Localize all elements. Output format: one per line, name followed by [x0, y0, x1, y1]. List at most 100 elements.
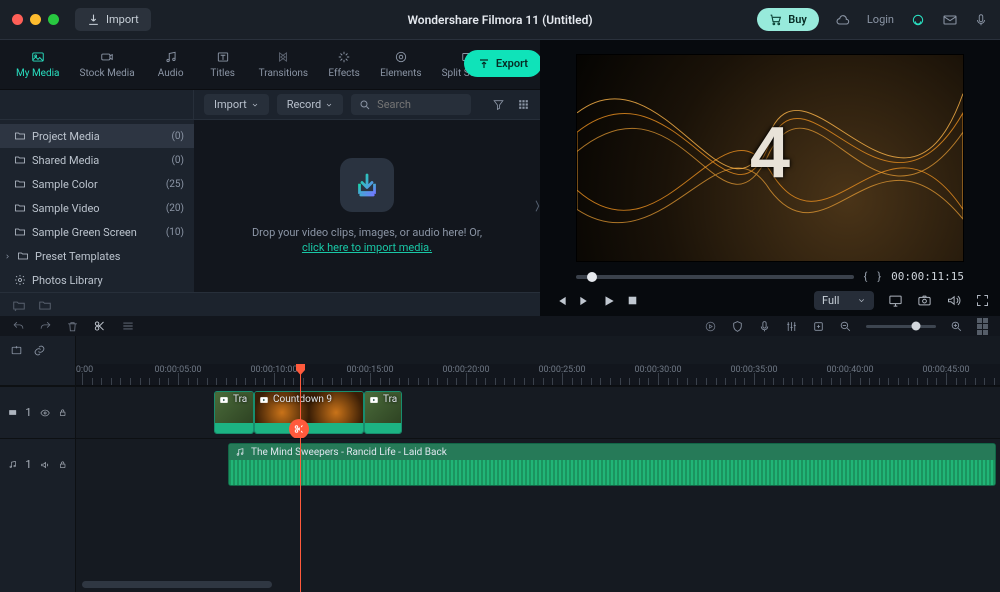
fullscreen-icon[interactable] — [975, 293, 990, 308]
mixer-icon[interactable] — [785, 320, 798, 333]
sidebar-item-photos-library[interactable]: Photos Library — [0, 268, 194, 292]
tab-transitions[interactable]: Transitions — [249, 50, 318, 79]
filter-icon[interactable] — [492, 98, 505, 111]
tab-stock-media[interactable]: Stock Media — [70, 50, 145, 79]
tab-elements[interactable]: Elements — [370, 50, 431, 79]
transitions-icon — [275, 50, 291, 64]
next-frame-icon[interactable] — [578, 294, 592, 308]
marker-icon[interactable] — [812, 320, 825, 333]
audio-track-header[interactable]: 1 — [0, 438, 75, 490]
import-dropdown[interactable]: Import — [204, 94, 269, 115]
tab-label: Stock Media — [80, 68, 135, 79]
undo-icon[interactable] — [12, 320, 25, 333]
login-button[interactable]: Login — [867, 13, 894, 26]
audio-clip-1[interactable]: The Mind Sweepers - Rancid Life - Laid B… — [228, 443, 996, 486]
video-badge-icon — [369, 395, 379, 405]
sidebar-item-sample-video[interactable]: Sample Video(20) — [0, 196, 194, 220]
mic-icon[interactable] — [974, 13, 988, 27]
drop-link[interactable]: click here to import media. — [302, 241, 432, 254]
seek-knob[interactable] — [587, 272, 597, 282]
mail-icon[interactable] — [942, 12, 958, 28]
add-track-icon[interactable] — [10, 344, 23, 357]
cloud-icon[interactable] — [835, 12, 851, 28]
monitor-icon[interactable] — [888, 293, 903, 308]
quality-select[interactable]: Full — [814, 291, 874, 310]
grid-icon[interactable] — [517, 98, 530, 111]
timeline-canvas[interactable]: 00:0000:00:05:0000:00:10:0000:00:15:0000… — [76, 336, 1000, 592]
clip-label: Tra — [233, 394, 247, 405]
mic-icon[interactable] — [758, 320, 771, 333]
brace-open[interactable]: { — [864, 270, 868, 283]
zoom-slider[interactable] — [866, 325, 936, 328]
video-track[interactable]: Tra Countdown 9 Tra — [76, 386, 1000, 438]
target-icon — [393, 50, 409, 64]
shield-icon[interactable] — [731, 320, 744, 333]
zoom-knob[interactable] — [912, 322, 921, 331]
media-column: Import Record Project Media(0) Shared Me… — [0, 90, 540, 316]
buy-button[interactable]: Buy — [757, 8, 819, 31]
sidebar-label: Project Media — [32, 130, 100, 143]
titlebar-actions: Login — [835, 12, 988, 28]
time-ruler[interactable]: 00:0000:00:05:0000:00:10:0000:00:15:0000… — [76, 364, 1000, 386]
search-field[interactable] — [351, 94, 471, 115]
play-icon[interactable] — [602, 294, 616, 308]
video-clip-3[interactable]: Tra — [364, 391, 402, 434]
panel-expander[interactable] — [533, 198, 541, 214]
maximize-window-icon[interactable] — [48, 14, 59, 25]
snapshot-icon[interactable] — [917, 293, 932, 308]
link-icon[interactable] — [33, 344, 46, 357]
sidebar-item-sample-color[interactable]: Sample Color(25) — [0, 172, 194, 196]
record-dropdown[interactable]: Record — [277, 94, 343, 115]
add-folder-icon[interactable] — [12, 298, 26, 312]
video-clip-2[interactable]: Countdown 9 — [254, 391, 364, 434]
prev-frame-icon[interactable] — [554, 294, 568, 308]
search-input[interactable] — [377, 98, 457, 111]
lock-icon[interactable] — [58, 459, 67, 470]
sidebar-label: Preset Templates — [35, 250, 120, 263]
sidebar-item-preset-templates[interactable]: Preset Templates — [0, 244, 194, 268]
split-marker[interactable] — [289, 419, 309, 439]
tab-my-media[interactable]: My Media — [6, 50, 70, 79]
lock-icon[interactable] — [58, 407, 67, 418]
media-drop-zone[interactable]: Drop your video clips, images, or audio … — [194, 120, 540, 292]
redo-icon[interactable] — [39, 320, 52, 333]
scissors-icon — [293, 423, 305, 435]
import-button[interactable]: Import — [75, 8, 151, 31]
tab-audio[interactable]: Audio — [145, 50, 197, 79]
sidebar-item-shared-media[interactable]: Shared Media(0) — [0, 148, 194, 172]
audio-track[interactable]: The Mind Sweepers - Rancid Life - Laid B… — [76, 438, 1000, 490]
minimize-window-icon[interactable] — [30, 14, 41, 25]
seek-slider[interactable] — [576, 275, 854, 279]
zoom-in-icon[interactable] — [950, 320, 963, 333]
sidebar-item-project-media[interactable]: Project Media(0) — [0, 124, 194, 148]
tab-effects[interactable]: Effects — [318, 50, 370, 79]
video-track-header[interactable]: 1 — [0, 386, 75, 438]
support-icon[interactable] — [910, 12, 926, 28]
countdown-number: 4 — [750, 112, 790, 194]
zoom-out-icon[interactable] — [839, 320, 852, 333]
folder-icon[interactable] — [38, 298, 52, 312]
volume-icon[interactable] — [946, 293, 961, 308]
speaker-icon[interactable] — [40, 459, 50, 471]
sidebar-count: (25) — [166, 179, 184, 190]
trash-icon[interactable] — [66, 320, 79, 333]
chevron-down-icon — [857, 296, 866, 305]
preview-viewport[interactable]: 4 — [576, 54, 964, 262]
list-icon[interactable] — [121, 319, 135, 333]
media-footer — [0, 292, 540, 316]
timeline-scrollbar[interactable] — [82, 581, 272, 588]
view-mode-icon[interactable] — [977, 318, 988, 335]
stop-icon[interactable] — [626, 294, 639, 307]
brace-close[interactable]: } — [877, 270, 881, 283]
replay-icon[interactable] — [704, 320, 717, 333]
video-clip-1[interactable]: Tra — [214, 391, 254, 434]
eye-icon[interactable] — [40, 407, 50, 419]
tab-titles[interactable]: Titles — [197, 50, 249, 79]
playhead[interactable] — [300, 364, 301, 592]
titles-icon — [215, 50, 231, 64]
close-window-icon[interactable] — [12, 14, 23, 25]
export-button[interactable]: Export — [464, 50, 542, 77]
split-icon[interactable] — [93, 319, 107, 333]
sidebar-item-sample-green-screen[interactable]: Sample Green Screen(10) — [0, 220, 194, 244]
gear-icon — [14, 274, 26, 286]
